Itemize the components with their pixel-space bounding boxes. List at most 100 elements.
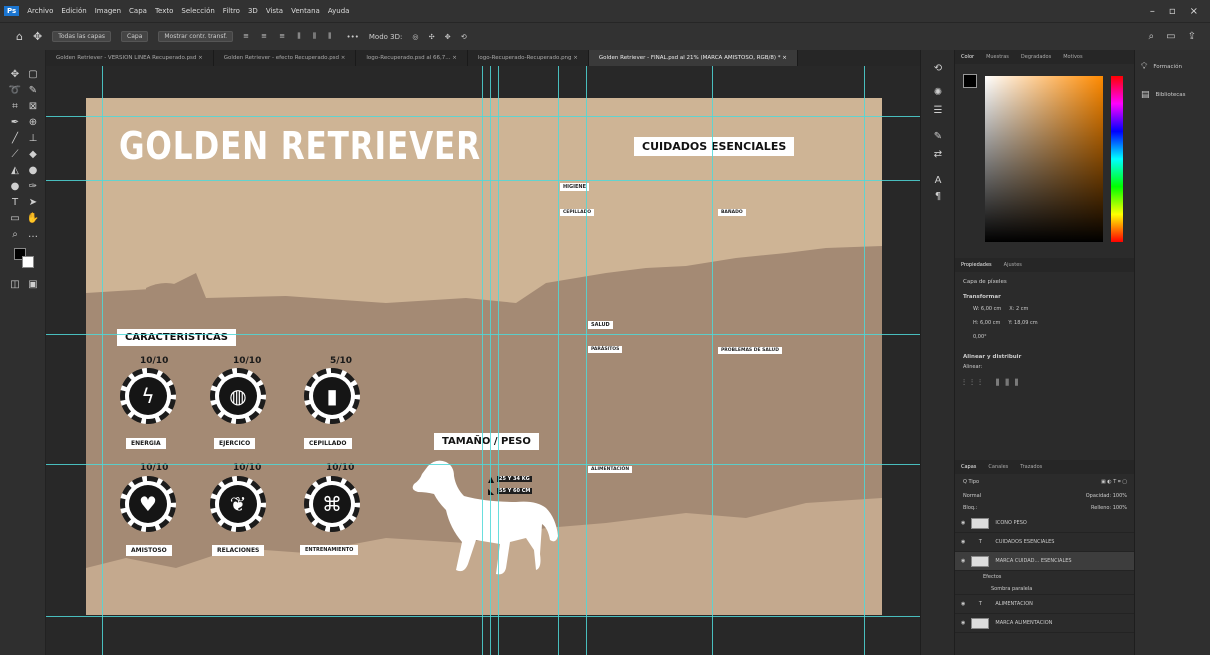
layer-row[interactable]: ◉ T ALIMENTACION — [955, 595, 1135, 614]
eye-icon[interactable]: ◉ — [961, 558, 965, 564]
more-options-icon[interactable]: ••• — [346, 33, 358, 41]
menu-texto[interactable]: Texto — [151, 7, 177, 15]
layer-row[interactable]: ◉ ICONO PESO — [955, 514, 1135, 533]
adjust-panel-icon[interactable]: ✺ — [931, 86, 945, 100]
type-icon[interactable]: T — [8, 196, 22, 210]
tab-doc-active[interactable]: Golden Retriever - FINAL.psd al 21% (MAR… — [588, 50, 798, 66]
marquee-icon[interactable]: ▢ — [26, 68, 40, 82]
background-color-swatch[interactable] — [22, 256, 34, 268]
align-header[interactable]: Alinear y distribuir — [955, 344, 1135, 362]
eraser-icon[interactable]: ◆ — [26, 148, 40, 162]
menu-imagen[interactable]: Imagen — [91, 7, 125, 15]
menu-vista[interactable]: Vista — [262, 7, 287, 15]
tab-degradados[interactable]: Degradados — [1015, 54, 1057, 60]
frame-icon[interactable]: ⊠ — [26, 100, 40, 114]
layer-row[interactable]: ◉ T CUIDADOS ESENCIALES — [955, 533, 1135, 552]
move-icon[interactable]: ✥ — [8, 68, 22, 82]
menu-capa[interactable]: Capa — [125, 7, 151, 15]
workspace-icon[interactable]: ▭ — [1166, 31, 1175, 42]
tab-canales[interactable]: Canales — [982, 464, 1014, 470]
history-panel-icon[interactable]: ⟲ — [931, 62, 945, 76]
auto-select-checkbox[interactable]: Todas las capas — [52, 31, 112, 42]
pen-icon[interactable]: ✑ — [26, 180, 40, 194]
zoom-icon[interactable]: ⌕ — [8, 228, 22, 242]
menu-filtro[interactable]: Filtro — [219, 7, 244, 15]
tab-doc-4[interactable]: logo-Recuperado-Recuperado.png × — [468, 50, 589, 66]
minimize-button[interactable]: – — [1150, 6, 1155, 17]
transform-header[interactable]: Transformar — [955, 292, 1135, 302]
tab-motivos[interactable]: Motivos — [1057, 54, 1088, 60]
home-icon[interactable]: ⌂ — [16, 30, 23, 43]
height-field[interactable]: H: 6,00 cm — [973, 320, 1000, 326]
auto-select-dropdown[interactable]: Capa — [121, 31, 149, 42]
eye-icon[interactable]: ◉ — [961, 601, 965, 607]
eye-icon[interactable]: ◉ — [961, 520, 965, 526]
stamp-icon[interactable]: ⊥ — [26, 132, 40, 146]
canvas-workspace[interactable]: GOLDEN RETRIEVER CUIDADOS ESENCIALES CAR… — [46, 66, 920, 655]
show-transform-checkbox[interactable]: Mostrar contr. transf. — [158, 31, 234, 42]
eye-icon[interactable]: ◉ — [961, 620, 965, 626]
brush-icon[interactable]: ╱ — [8, 132, 22, 146]
tab-doc-1[interactable]: Golden Retriever - VERSION LINEA Recuper… — [46, 50, 214, 66]
layer-effect-row[interactable]: Sombra paralela — [955, 583, 1135, 595]
artboard[interactable]: GOLDEN RETRIEVER CUIDADOS ESENCIALES CAR… — [86, 98, 882, 615]
menu-3d[interactable]: 3D — [244, 7, 262, 15]
fill-field[interactable]: Relleno: 100% — [1091, 505, 1127, 511]
color-picker-field[interactable] — [985, 76, 1103, 242]
more-tools-icon[interactable]: … — [26, 228, 40, 242]
tab-doc-2[interactable]: Golden Retriever - efecto Recuperado.psd… — [214, 50, 357, 66]
paragraph-panel-icon[interactable]: ¶ — [931, 190, 945, 204]
swatch-panel-icon[interactable]: ⇄ — [931, 148, 945, 162]
quick-mask-icon[interactable]: ◫ — [8, 278, 22, 292]
move-tool-icon[interactable]: ✥ — [33, 30, 42, 43]
maximize-button[interactable]: ▫ — [1169, 6, 1176, 17]
path-select-icon[interactable]: ➤ — [26, 196, 40, 210]
x-field[interactable]: X: 2 cm — [1009, 306, 1028, 312]
align-buttons-icon[interactable]: ⫶⫶⫶ ⫼⫼⫼ — [955, 372, 1135, 394]
dodge-icon[interactable]: ● — [8, 180, 22, 194]
menu-ayuda[interactable]: Ayuda — [324, 7, 354, 15]
tab-color[interactable]: Color — [955, 54, 980, 60]
angle-field[interactable]: 0,00° — [955, 330, 1135, 344]
eyedropper-icon[interactable]: ✒ — [8, 116, 22, 130]
ps-logo-icon[interactable]: Ps — [4, 6, 20, 16]
formacion-item[interactable]: 💡︎ Formación — [1135, 50, 1210, 84]
quick-select-icon[interactable]: ✎ — [26, 84, 40, 98]
tab-propiedades[interactable]: Propiedades — [955, 262, 998, 268]
layer-row[interactable]: ◉ MARCA ALIMENTACION — [955, 614, 1135, 633]
rectangle-icon[interactable]: ▭ — [8, 212, 22, 226]
tab-doc-3[interactable]: logo-Recuperado.psd al 66,7... × — [356, 50, 468, 66]
menu-archivo[interactable]: Archivo — [23, 7, 57, 15]
history-brush-icon[interactable]: ⟋ — [8, 148, 22, 162]
blend-mode-select[interactable]: Normal — [963, 493, 981, 499]
search-icon[interactable]: ⌕ — [1149, 31, 1155, 42]
tab-muestras[interactable]: Muestras — [980, 54, 1015, 60]
patch-icon[interactable]: ⊕ — [26, 116, 40, 130]
fg-swatch[interactable] — [963, 74, 977, 88]
lasso-icon[interactable]: ➰ — [8, 84, 22, 98]
opacity-field[interactable]: Opacidad: 100% — [1086, 493, 1127, 499]
brush-panel-icon[interactable]: ✎ — [931, 130, 945, 144]
y-field[interactable]: Y: 18,09 cm — [1008, 320, 1037, 326]
layer-effects-row[interactable]: Efectos — [955, 571, 1135, 583]
bibliotecas-item[interactable]: ▤ Bibliotecas — [1135, 84, 1210, 106]
screen-mode-icon[interactable]: ▣ — [26, 278, 40, 292]
crop-icon[interactable]: ⌗ — [8, 100, 22, 114]
layer-row[interactable]: ◉ MARCA CUIDAD... ESENCIALES — [955, 552, 1135, 571]
kind-filter[interactable]: Q Tipo — [963, 479, 979, 485]
actions-panel-icon[interactable]: ☰ — [931, 104, 945, 118]
share-icon[interactable]: ⇪ — [1188, 31, 1196, 42]
hue-slider[interactable] — [1111, 76, 1123, 242]
eye-icon[interactable]: ◉ — [961, 539, 965, 545]
character-panel-icon[interactable]: A — [931, 174, 945, 188]
filter-icons[interactable]: ▣ ◐ T ⌗ ▢ — [1101, 479, 1127, 485]
gradient-icon[interactable]: ◭ — [8, 164, 22, 178]
3d-tools-icons[interactable]: ◎ ✣ ✥ ⟲ — [412, 33, 470, 41]
tab-ajustes[interactable]: Ajustes — [998, 262, 1028, 268]
menu-ventana[interactable]: Ventana — [287, 7, 324, 15]
blur-icon[interactable]: ● — [26, 164, 40, 178]
hand-icon[interactable]: ✋ — [26, 212, 40, 226]
tab-trazados[interactable]: Trazados — [1014, 464, 1048, 470]
close-button[interactable]: × — [1190, 6, 1198, 17]
menu-edicion[interactable]: Edición — [57, 7, 90, 15]
